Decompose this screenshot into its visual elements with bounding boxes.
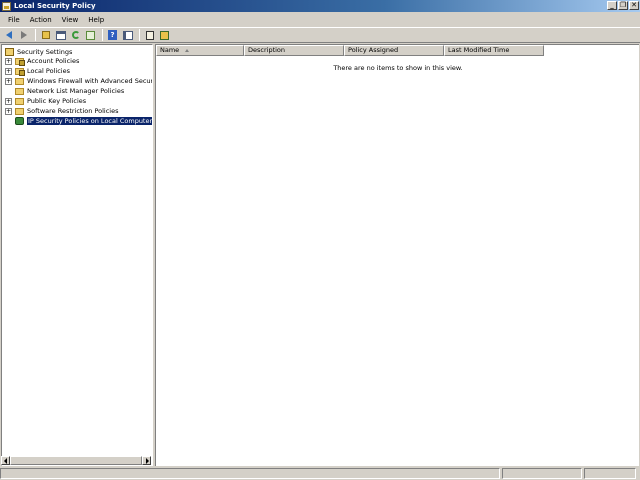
menu-view[interactable]: View <box>57 16 84 24</box>
title-bar: Local Security Policy _ ❐ ✕ <box>0 0 640 12</box>
tree-item-label: Local Policies <box>27 67 70 75</box>
status-pane-main <box>0 468 500 479</box>
column-header-label: Last Modified Time <box>448 46 510 54</box>
tree-item-software-restriction[interactable]: Software Restriction Policies <box>15 106 119 116</box>
menu-bar: File Action View Help <box>0 13 640 26</box>
forward-icon <box>20 31 27 39</box>
lock-icon <box>145 30 154 40</box>
folder-icon <box>15 57 25 66</box>
tree-item-label: Public Key Policies <box>27 97 87 105</box>
expand-button[interactable]: + <box>5 98 12 105</box>
help-icon: ? <box>108 30 117 40</box>
column-header-label: Policy Assigned <box>348 46 399 54</box>
up-one-level-button[interactable] <box>39 29 52 42</box>
security-settings-icon <box>5 48 14 56</box>
toolbar-separator <box>139 29 140 41</box>
column-header-description[interactable]: Description <box>244 45 344 56</box>
sort-ascending-icon <box>185 48 190 52</box>
column-header-last-modified[interactable]: Last Modified Time <box>444 45 544 56</box>
toolbar-separator <box>102 29 103 41</box>
tree-item-label: IP Security Policies on Local Computer <box>27 117 153 125</box>
menu-action[interactable]: Action <box>25 16 57 24</box>
status-bar <box>0 467 640 480</box>
status-pane-tertiary <box>584 468 636 479</box>
empty-list-message: There are no items to show in this view. <box>333 64 463 72</box>
back-icon <box>5 31 12 39</box>
show-hide-tree-button[interactable] <box>54 29 67 42</box>
security-policy-icon <box>2 1 11 11</box>
network-button[interactable] <box>158 29 171 42</box>
tree-item-ip-security-policies[interactable]: IP Security Policies on Local Computer <box>15 116 153 126</box>
help-button[interactable]: ? <box>106 29 119 42</box>
column-header-label: Name <box>160 46 180 54</box>
restore-button[interactable]: ❐ <box>618 1 628 10</box>
forward-button[interactable] <box>17 29 30 42</box>
folder-icon <box>15 107 24 115</box>
scroll-left-button[interactable] <box>1 456 10 465</box>
tree-item-label: Account Policies <box>27 57 80 65</box>
up-folder-icon <box>41 31 50 39</box>
refresh-button[interactable] <box>69 29 82 42</box>
column-headers: Name Description Policy Assigned Last Mo… <box>156 45 544 56</box>
column-header-policy-assigned[interactable]: Policy Assigned <box>344 45 444 56</box>
properties-icon <box>122 30 133 40</box>
tree-item-windows-firewall[interactable]: Windows Firewall with Advanced Security <box>15 76 153 86</box>
expand-button[interactable]: + <box>5 58 12 65</box>
export-list-icon <box>86 30 95 40</box>
column-header-name[interactable]: Name <box>156 45 244 56</box>
back-button[interactable] <box>2 29 15 42</box>
folder-icon <box>15 97 24 105</box>
minimize-button[interactable]: _ <box>607 1 617 10</box>
tree-item-network-list-manager[interactable]: Network List Manager Policies <box>15 86 124 96</box>
scroll-right-button[interactable] <box>142 456 151 465</box>
close-button[interactable]: ✕ <box>629 1 639 10</box>
folder-icon <box>15 87 24 95</box>
tree-item-label: Windows Firewall with Advanced Security <box>27 77 153 85</box>
status-pane-secondary <box>502 468 582 479</box>
tree-item-account-policies[interactable]: Account Policies <box>15 56 79 66</box>
column-header-label: Description <box>248 46 286 54</box>
tree-horizontal-scrollbar[interactable] <box>1 456 151 465</box>
refresh-icon <box>71 31 80 39</box>
tree-root-label: Security Settings <box>17 48 73 56</box>
tree-item-label: Software Restriction Policies <box>27 107 119 115</box>
ip-security-icon <box>15 117 24 125</box>
tree-pane[interactable]: Security Settings + Account Policies + L… <box>1 44 153 466</box>
toolbar: ? <box>0 27 640 43</box>
menu-file[interactable]: File <box>3 16 25 24</box>
window-title: Local Security Policy <box>14 2 96 10</box>
tree-item-public-key-policies[interactable]: Public Key Policies <box>15 96 86 106</box>
export-list-button[interactable] <box>84 29 97 42</box>
tree-item-local-policies[interactable]: Local Policies <box>15 66 70 76</box>
menu-help[interactable]: Help <box>83 16 109 24</box>
scroll-thumb[interactable] <box>10 456 142 465</box>
toolbar-separator <box>35 29 36 41</box>
list-pane[interactable]: Name Description Policy Assigned Last Mo… <box>155 44 639 466</box>
tree-item-label: Network List Manager Policies <box>27 87 125 95</box>
lock-button[interactable] <box>143 29 156 42</box>
properties-button[interactable] <box>121 29 134 42</box>
expand-button[interactable]: + <box>5 68 12 75</box>
window-controls: _ ❐ ✕ <box>607 1 639 10</box>
show-hide-tree-icon <box>55 30 66 40</box>
folder-icon <box>15 77 24 85</box>
expand-button[interactable]: + <box>5 108 12 115</box>
network-icon <box>160 30 169 40</box>
folder-icon <box>15 67 25 76</box>
expand-button[interactable]: + <box>5 78 12 85</box>
